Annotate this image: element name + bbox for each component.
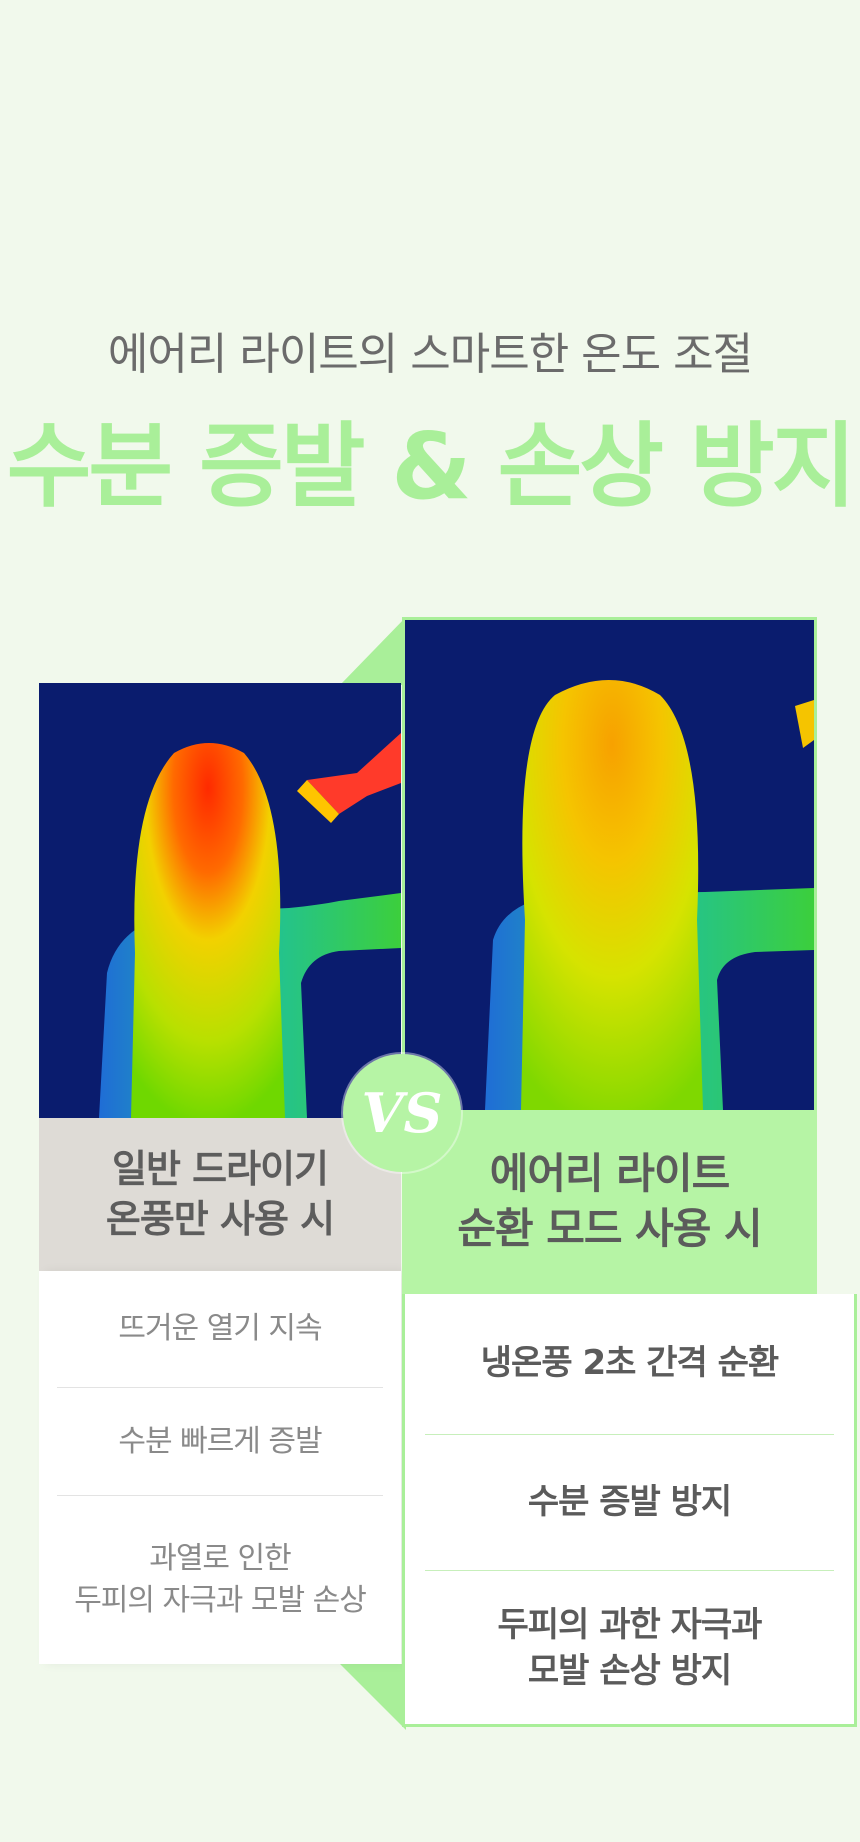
- list-item: 과열로 인한 두피의 자극과 모발 손상: [57, 1495, 383, 1664]
- header-line-2: 온풍만 사용 시: [105, 1196, 335, 1241]
- header-line-1: 일반 드라이기: [112, 1147, 329, 1192]
- decor-triangle-bottom: [340, 1664, 406, 1730]
- vs-badge: VS: [343, 1054, 461, 1172]
- thermal-image-cool: [402, 617, 817, 1110]
- list-item-text: 수분 증발 방지: [527, 1481, 732, 1522]
- list-item: 두피의 과한 자극과 모발 손상 방지: [425, 1570, 834, 1726]
- list-item-text: 수분 빠르게 증발: [118, 1423, 322, 1459]
- list-item: 수분 증발 방지: [425, 1434, 834, 1570]
- conventional-dryer-header: 일반 드라이기 온풍만 사용 시: [39, 1118, 401, 1271]
- header-line-2: 순환 모드 사용 시: [457, 1204, 762, 1253]
- airy-light-list: 냉온풍 2초 간격 순환 수분 증발 방지 두피의 과한 자극과 모발 손상 방…: [402, 1294, 857, 1727]
- airy-light-card: 에어리 라이트 순환 모드 사용 시 냉온풍 2초 간격 순환 수분 증발 방지…: [402, 617, 857, 1729]
- thermal-image-hot: [39, 683, 401, 1118]
- section-subtitle: 에어리 라이트의 스마트한 온도 조절: [107, 329, 753, 380]
- list-item: 수분 빠르게 증발: [57, 1387, 383, 1495]
- airy-light-header: 에어리 라이트 순환 모드 사용 시: [402, 1110, 817, 1294]
- list-item-text: 두피의 자극과 모발 손상: [74, 1583, 367, 1618]
- comparison-section: 에어리 라이트의 스마트한 온도 조절 수분 증발 & 손상 방지 일반 드라이…: [0, 0, 860, 1842]
- section-title: 수분 증발 & 손상 방지: [6, 413, 856, 520]
- list-item: 냉온풍 2초 간격 순환: [425, 1294, 834, 1434]
- decor-triangle-top: [340, 617, 406, 685]
- conventional-dryer-card: 일반 드라이기 온풍만 사용 시 뜨거운 열기 지속 수분 빠르게 증발 과열로…: [39, 683, 401, 1664]
- list-item-text: 모발 손상 방지: [527, 1650, 732, 1691]
- vs-label: VS: [361, 1081, 443, 1145]
- list-item-text: 냉온풍 2초 간격 순환: [480, 1343, 779, 1384]
- conventional-dryer-list: 뜨거운 열기 지속 수분 빠르게 증발 과열로 인한 두피의 자극과 모발 손상: [39, 1271, 401, 1664]
- list-item: 뜨거운 열기 지속: [57, 1271, 383, 1387]
- list-item-text: 뜨거운 열기 지속: [118, 1311, 322, 1346]
- list-item-text: 과열로 인한: [149, 1541, 292, 1576]
- header-line-1: 에어리 라이트: [489, 1149, 730, 1199]
- list-item-text: 두피의 과한 자극과: [497, 1604, 763, 1645]
